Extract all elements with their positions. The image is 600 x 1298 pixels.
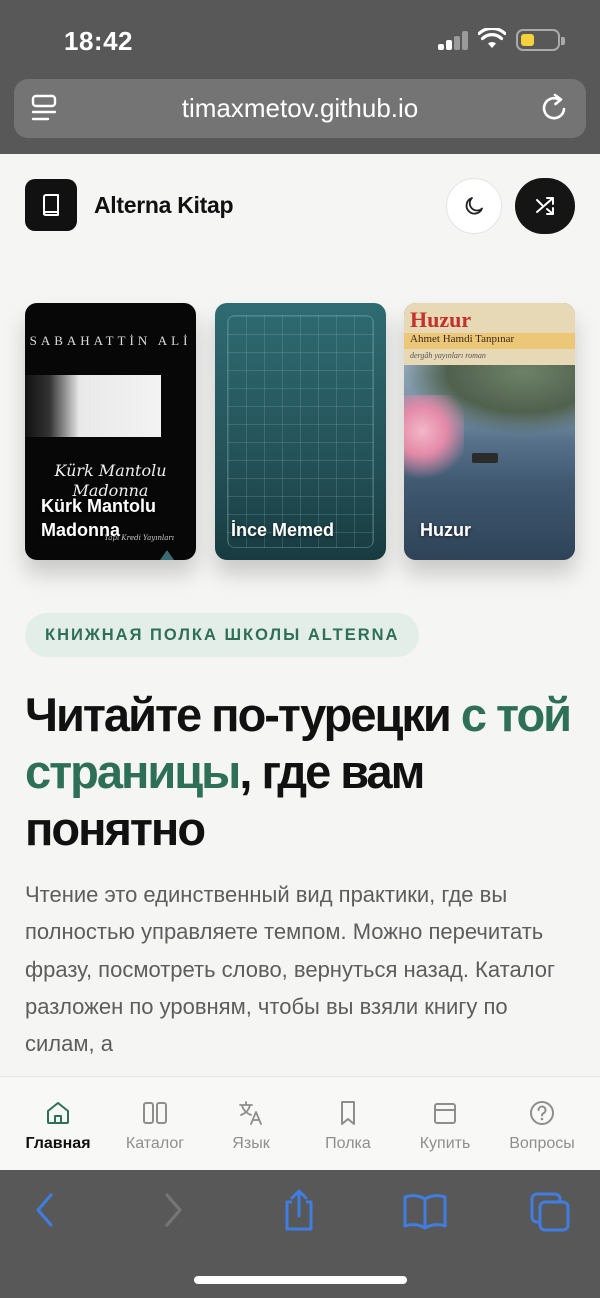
hero-description: Чтение это единственный вид практики, гд…: [25, 882, 556, 1057]
tab-label: Каталог: [125, 1135, 185, 1152]
cover-author: SABAHATTİN ALİ: [29, 333, 192, 348]
site-logo[interactable]: [25, 179, 77, 231]
back-icon[interactable]: [30, 1188, 60, 1232]
card-icon: [434, 1103, 456, 1124]
book-title: Kürk Mantolu Madonna: [41, 496, 156, 540]
cover-header: Huzur Ahmet Hamdi Tanpınar dergâh yayınl…: [404, 303, 575, 365]
book-card-kurk-mantolu-madonna[interactable]: SABAHATTİN ALİ Kürk Mantolu Madonna Yapı…: [25, 303, 196, 560]
wifi-icon: [478, 28, 506, 48]
cellular-signal-icon: [438, 30, 470, 50]
book-card-huzur[interactable]: Huzur Ahmet Hamdi Tanpınar dergâh yayınl…: [404, 303, 575, 560]
tab-label: Полка: [325, 1135, 371, 1152]
moon-icon: [465, 197, 483, 215]
home-icon: [47, 1102, 69, 1124]
bottom-tab-bar: Главная Каталог Язык Полка Купить Вопрос…: [0, 1076, 600, 1170]
battery-icon: [516, 29, 565, 51]
tab-label: Главная: [25, 1135, 91, 1152]
shuffle-icon: [536, 197, 554, 215]
tabs-icon[interactable]: [528, 1188, 572, 1232]
theme-toggle-button[interactable]: [446, 178, 502, 234]
tab-label: Вопросы: [509, 1135, 575, 1152]
tab-home[interactable]: Главная: [8, 1077, 108, 1170]
battery-level: [521, 34, 534, 46]
home-indicator: [194, 1276, 407, 1284]
bookmark-icon: [341, 1101, 355, 1125]
tab-label: Купить: [419, 1135, 471, 1152]
cover-logo: [160, 550, 174, 560]
cover-grid-pattern: [227, 315, 374, 548]
translate-icon: [239, 1101, 262, 1125]
book-card-ince-memed[interactable]: İnce Memed: [215, 303, 386, 560]
tab-catalog[interactable]: Каталог: [105, 1077, 205, 1170]
bookmarks-icon[interactable]: [402, 1188, 448, 1232]
browser-bottom-toolbar: [0, 1170, 600, 1298]
tab-questions[interactable]: Вопросы: [492, 1077, 592, 1170]
cover-photo: [25, 375, 161, 437]
random-book-button[interactable]: [515, 178, 575, 234]
book-title: Huzur: [420, 520, 471, 540]
cover-author: Ahmet Hamdi Tanpınar: [404, 333, 575, 349]
hero-headline: Читайте по-турецки с той страницы, где в…: [25, 686, 577, 857]
book-icon: [43, 194, 59, 217]
web-page: Alterna Kitap SABAHATTİN ALİ Kürk Mantol…: [0, 154, 600, 1170]
book-title: İnce Memed: [231, 520, 335, 540]
url-text[interactable]: timaxmetov.github.io: [14, 93, 586, 124]
section-tag: КНИЖНАЯ ПОЛКА ШКОЛЫ ALTERNA: [25, 613, 420, 657]
columns-icon: [143, 1102, 167, 1124]
cover-subtitle: dergâh yayınları roman: [410, 351, 486, 360]
tab-label: Язык: [232, 1135, 270, 1152]
status-time: 18:42: [64, 26, 133, 56]
tab-language[interactable]: Язык: [201, 1077, 301, 1170]
share-icon[interactable]: [280, 1188, 318, 1232]
tab-shelf[interactable]: Полка: [298, 1077, 398, 1170]
reload-icon[interactable]: [540, 93, 570, 123]
question-icon: [530, 1101, 554, 1125]
browser-top-chrome: 18:42 timaxmetov.github.io: [0, 0, 600, 154]
forward-icon[interactable]: [158, 1188, 188, 1232]
cover-title: Huzur: [410, 307, 472, 332]
brand-name[interactable]: Alterna Kitap: [94, 192, 234, 219]
headline-start: Читайте по-турецки: [25, 688, 461, 741]
tab-buy[interactable]: Купить: [395, 1077, 495, 1170]
address-bar[interactable]: timaxmetov.github.io: [14, 79, 586, 138]
